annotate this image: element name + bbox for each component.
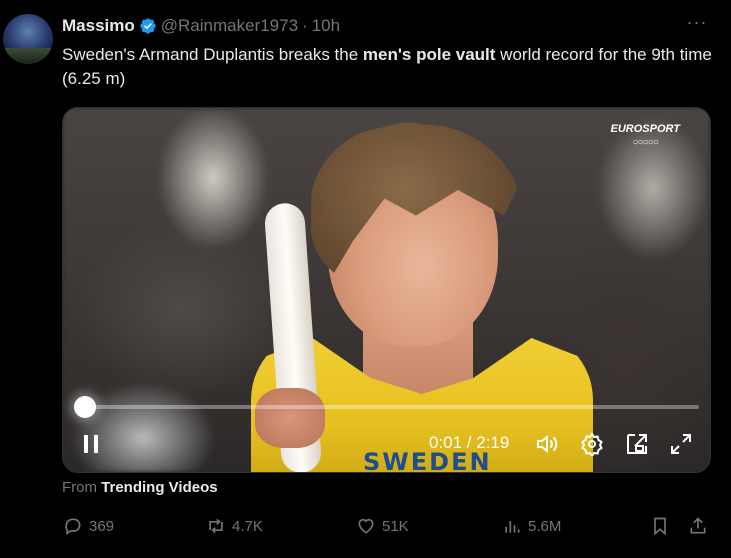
fullscreen-icon: [671, 434, 691, 454]
video-time-readout: 0:01 / 2:19: [429, 433, 510, 452]
source-link[interactable]: Trending Videos: [101, 479, 217, 496]
like-button[interactable]: 51K: [356, 512, 409, 540]
pause-icon: [84, 435, 98, 453]
video-source: From Trending Videos: [62, 479, 218, 496]
repost-count: 4.7K: [232, 517, 263, 535]
volume-icon: [537, 434, 558, 454]
reply-icon: [65, 518, 81, 536]
video-scrubber-handle[interactable]: [74, 396, 96, 418]
heart-icon: [358, 518, 374, 534]
tweet-header: Massimo @Rainmaker1973 · 10h: [62, 15, 340, 37]
broadcaster-logo: EUROSPORT ○○○○○: [611, 123, 680, 149]
action-bar: 369 4.7K 51K 5.6M: [0, 512, 731, 540]
source-prefix: From: [62, 479, 97, 496]
gear-icon: [581, 432, 603, 456]
picture-in-picture-button[interactable]: [623, 430, 651, 458]
like-count: 51K: [382, 517, 409, 535]
picture-in-picture-icon: [627, 434, 647, 454]
analytics-icon: [505, 521, 520, 533]
repost-button[interactable]: 4.7K: [206, 512, 263, 540]
verified-badge-icon: [140, 18, 156, 34]
share-button[interactable]: [688, 512, 714, 540]
bookmark-icon: [654, 517, 666, 536]
bookmark-button[interactable]: [650, 512, 676, 540]
avatar[interactable]: [3, 14, 53, 64]
video-hand: [255, 388, 325, 448]
broadcaster-logo-text: EUROSPORT: [610, 123, 680, 135]
separator: ·: [302, 16, 308, 35]
video-player[interactable]: SWEDEN EUROSPORT ○○○○○ 0:01 / 2:19: [62, 107, 711, 473]
reply-count: 369: [89, 517, 115, 535]
olympic-rings-icon: ○○○○○: [632, 137, 659, 148]
tweet-text: Sweden's Armand Duplantis breaks the men…: [62, 43, 712, 91]
repost-icon: [209, 518, 223, 534]
fullscreen-button[interactable]: [667, 430, 695, 458]
volume-button[interactable]: [533, 430, 561, 458]
view-count: 5.6M: [528, 517, 562, 535]
more-options-button[interactable]: ···: [686, 13, 708, 35]
author-handle[interactable]: @Rainmaker1973: [161, 16, 298, 36]
tweet-text-part: Sweden's Armand Duplantis breaks the: [62, 45, 363, 64]
views-button[interactable]: 5.6M: [502, 512, 561, 540]
share-icon: [690, 517, 706, 534]
video-progress-bar[interactable]: [85, 405, 699, 409]
timestamp[interactable]: 10h: [312, 16, 340, 36]
tweet-text-bold: men's pole vault: [362, 45, 496, 64]
settings-button[interactable]: [578, 430, 606, 458]
reply-button[interactable]: 369: [63, 512, 114, 540]
author-name[interactable]: Massimo: [62, 16, 135, 36]
pause-button[interactable]: [77, 430, 105, 458]
